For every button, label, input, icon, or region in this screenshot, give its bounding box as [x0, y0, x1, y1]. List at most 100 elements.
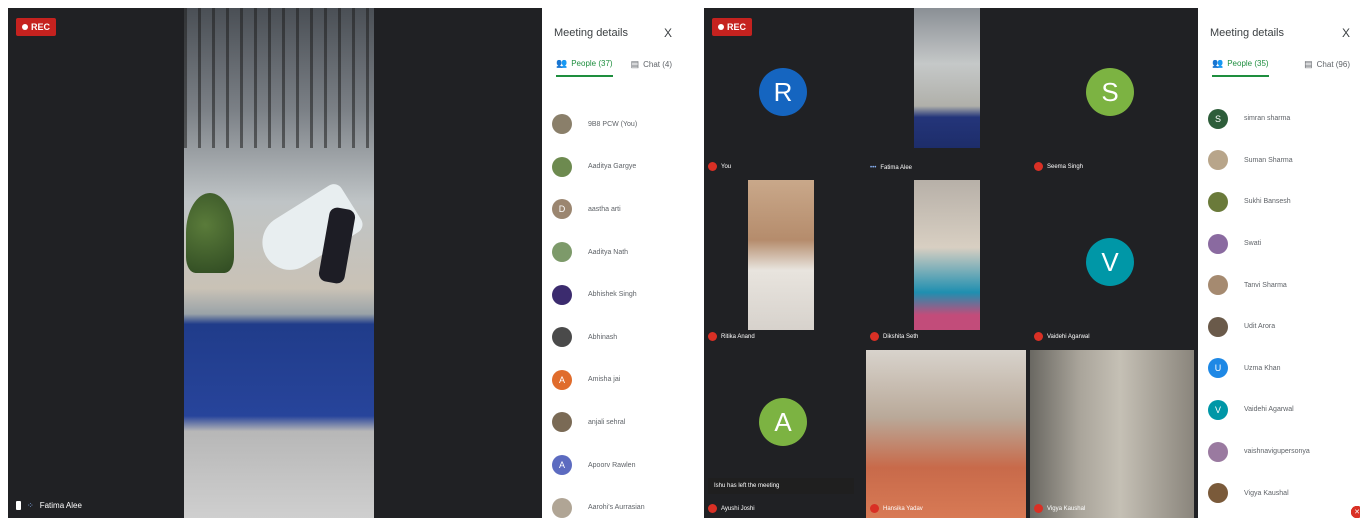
participant-name: Abhinash [588, 333, 618, 341]
list-item[interactable]: D✕ aastha arti [552, 188, 676, 231]
plant-image [186, 193, 234, 273]
audio-indicator-icon: ⁘ [27, 501, 34, 510]
list-item[interactable]: ✕ Sukhi Bansesh [1208, 181, 1360, 518]
participant-name: Tanvi Sharma [1244, 281, 1287, 289]
list-item[interactable]: ✕ Udit Arora [1208, 306, 1360, 518]
pin-icon[interactable] [16, 501, 21, 510]
window-grill-image [184, 8, 374, 148]
chat-icon: ▤ [1304, 59, 1313, 69]
tab-chat-label: Chat (96) [1316, 60, 1350, 69]
participant-name: Seema Singh [1047, 163, 1084, 170]
tab-chat[interactable]: ▤ Chat (4) [631, 58, 672, 77]
participant-name: 9B8 PCW (You) [588, 120, 638, 128]
list-item[interactable]: ✕ Vigya Kaushal [1208, 472, 1360, 518]
list-item[interactable]: A✕ Amisha jai [552, 359, 676, 402]
mic-off-icon [870, 332, 879, 341]
list-item[interactable]: ✕ Abhinash [552, 316, 676, 359]
participant-tile[interactable]: Ritika Anand [704, 180, 862, 346]
avatar [552, 284, 572, 305]
list-item[interactable]: ✕ vaishnavigupersonya [1208, 431, 1360, 518]
mic-off-icon [1034, 162, 1043, 171]
list-item[interactable]: S ✕ simran sharma [1208, 98, 1360, 518]
avatar [552, 412, 572, 433]
panel-title: Meeting details [554, 27, 628, 39]
avatar: A [552, 369, 572, 390]
meeting-details-panel: Meeting details X 👥 People (37) ▤ Chat (… [542, 8, 682, 518]
avatar: V [1208, 399, 1228, 420]
people-icon: 👥 [556, 58, 568, 68]
more-icon: ••• [870, 165, 877, 171]
mic-off-icon [708, 332, 717, 341]
participant-tile[interactable]: S Seema Singh [984, 8, 1194, 176]
list-item[interactable]: ✕ Abhishek Singh [552, 273, 676, 316]
tab-people[interactable]: 👥 People (37) [556, 58, 613, 77]
tab-chat-label: Chat (4) [643, 60, 672, 69]
tile-label: Vigya Kaushal [1034, 504, 1085, 513]
list-item[interactable]: V ✕ Vaidehi Agarwal [1208, 389, 1360, 518]
people-list: ✕ 9B8 PCW (You) ✕ Aaditya Gargye D✕ aast… [552, 103, 676, 518]
avatar: U [1208, 358, 1228, 379]
list-item[interactable]: ✕ Aaditya Nath [552, 231, 676, 274]
list-item[interactable]: ✕ Tanvi Sharma [1208, 264, 1360, 518]
tile-label: Vaidehi Agarwal [1034, 332, 1090, 341]
close-panel-button[interactable]: X [1342, 26, 1350, 40]
participant-name: Uzma Khan [1244, 364, 1281, 372]
avatar: A [552, 455, 572, 476]
avatar [552, 497, 572, 518]
mic-off-icon [1034, 332, 1043, 341]
participant-name: vaishnavigupersonya [1244, 448, 1310, 456]
mic-off-icon [1034, 504, 1043, 513]
participant-avatar: A [759, 398, 807, 446]
list-item[interactable]: ✕ Swati [1208, 223, 1360, 518]
tile-label: Ayushi Joshi [708, 504, 755, 513]
participant-tile[interactable]: Hansika Yadav [866, 350, 1026, 518]
avatar [552, 156, 572, 177]
participant-tile[interactable]: Vigya Kaushal [1030, 350, 1194, 518]
list-item[interactable]: A✕ Apoorv Rawlen [552, 444, 676, 487]
list-item[interactable]: ✕ anjali sehral [552, 401, 676, 444]
participant-name: Abhishek Singh [588, 291, 637, 299]
participant-avatar: V [1086, 238, 1134, 286]
tab-people[interactable]: 👥 People (35) [1212, 58, 1269, 77]
participant-tile[interactable]: V Vaidehi Agarwal [984, 180, 1194, 346]
participant-grid: R You ••• Fatima Alee S Seema Singh Ritik… [704, 8, 1198, 518]
tile-label: ••• Fatima Alee [870, 165, 912, 171]
avatar [552, 114, 572, 135]
mic-off-icon [870, 504, 879, 513]
participant-name: aastha arti [588, 205, 621, 213]
mic-off-icon: ✕ [1351, 505, 1360, 518]
avatar [1208, 150, 1228, 171]
tab-people-label: People (37) [571, 59, 613, 68]
participant-name: Dikshita Seth [883, 333, 919, 340]
list-item[interactable]: ✕ 9B8 PCW (You) [552, 103, 676, 146]
avatar [1208, 275, 1228, 296]
participant-tile[interactable]: A Ishu has left the meeting Ayushi Joshi [704, 350, 862, 518]
participant-avatar: R [759, 68, 807, 116]
avatar [1208, 233, 1228, 254]
participant-name: Vaidehi Agarwal [1047, 333, 1090, 340]
recording-label: REC [727, 22, 747, 32]
list-item[interactable]: U ✕ Uzma Khan [1208, 348, 1360, 518]
record-icon [22, 24, 28, 30]
tile-label: You [708, 162, 731, 171]
close-panel-button[interactable]: X [664, 26, 672, 40]
participant-tile[interactable]: Dikshita Seth [866, 180, 980, 346]
list-item[interactable]: ✕ Aarohi's Aurrasian [552, 486, 676, 518]
speaker-name-tag: ⁘ Fatima Alee [16, 501, 82, 510]
mic-off-icon [708, 504, 717, 513]
participant-tile[interactable]: ••• Fatima Alee [866, 8, 980, 176]
list-item[interactable]: ✕ Aaditya Gargye [552, 146, 676, 189]
record-icon [718, 24, 724, 30]
participant-name: Aaditya Nath [588, 248, 629, 256]
tab-chat[interactable]: ▤ Chat (96) [1304, 58, 1350, 77]
people-icon: 👥 [1212, 58, 1224, 68]
panel-title: Meeting details [1210, 27, 1284, 39]
list-item[interactable]: ✕ Suman Sharma [1208, 140, 1360, 518]
participant-name: Vaidehi Agarwal [1244, 406, 1294, 414]
participant-name: Hansika Yadav [883, 505, 923, 512]
participant-name: anjali sehral [588, 418, 626, 426]
participant-name: Amisha jai [588, 376, 621, 384]
recording-label: REC [31, 22, 51, 32]
participant-name: Vigya Kaushal [1244, 489, 1289, 497]
participant-name: Swati [1244, 240, 1262, 248]
